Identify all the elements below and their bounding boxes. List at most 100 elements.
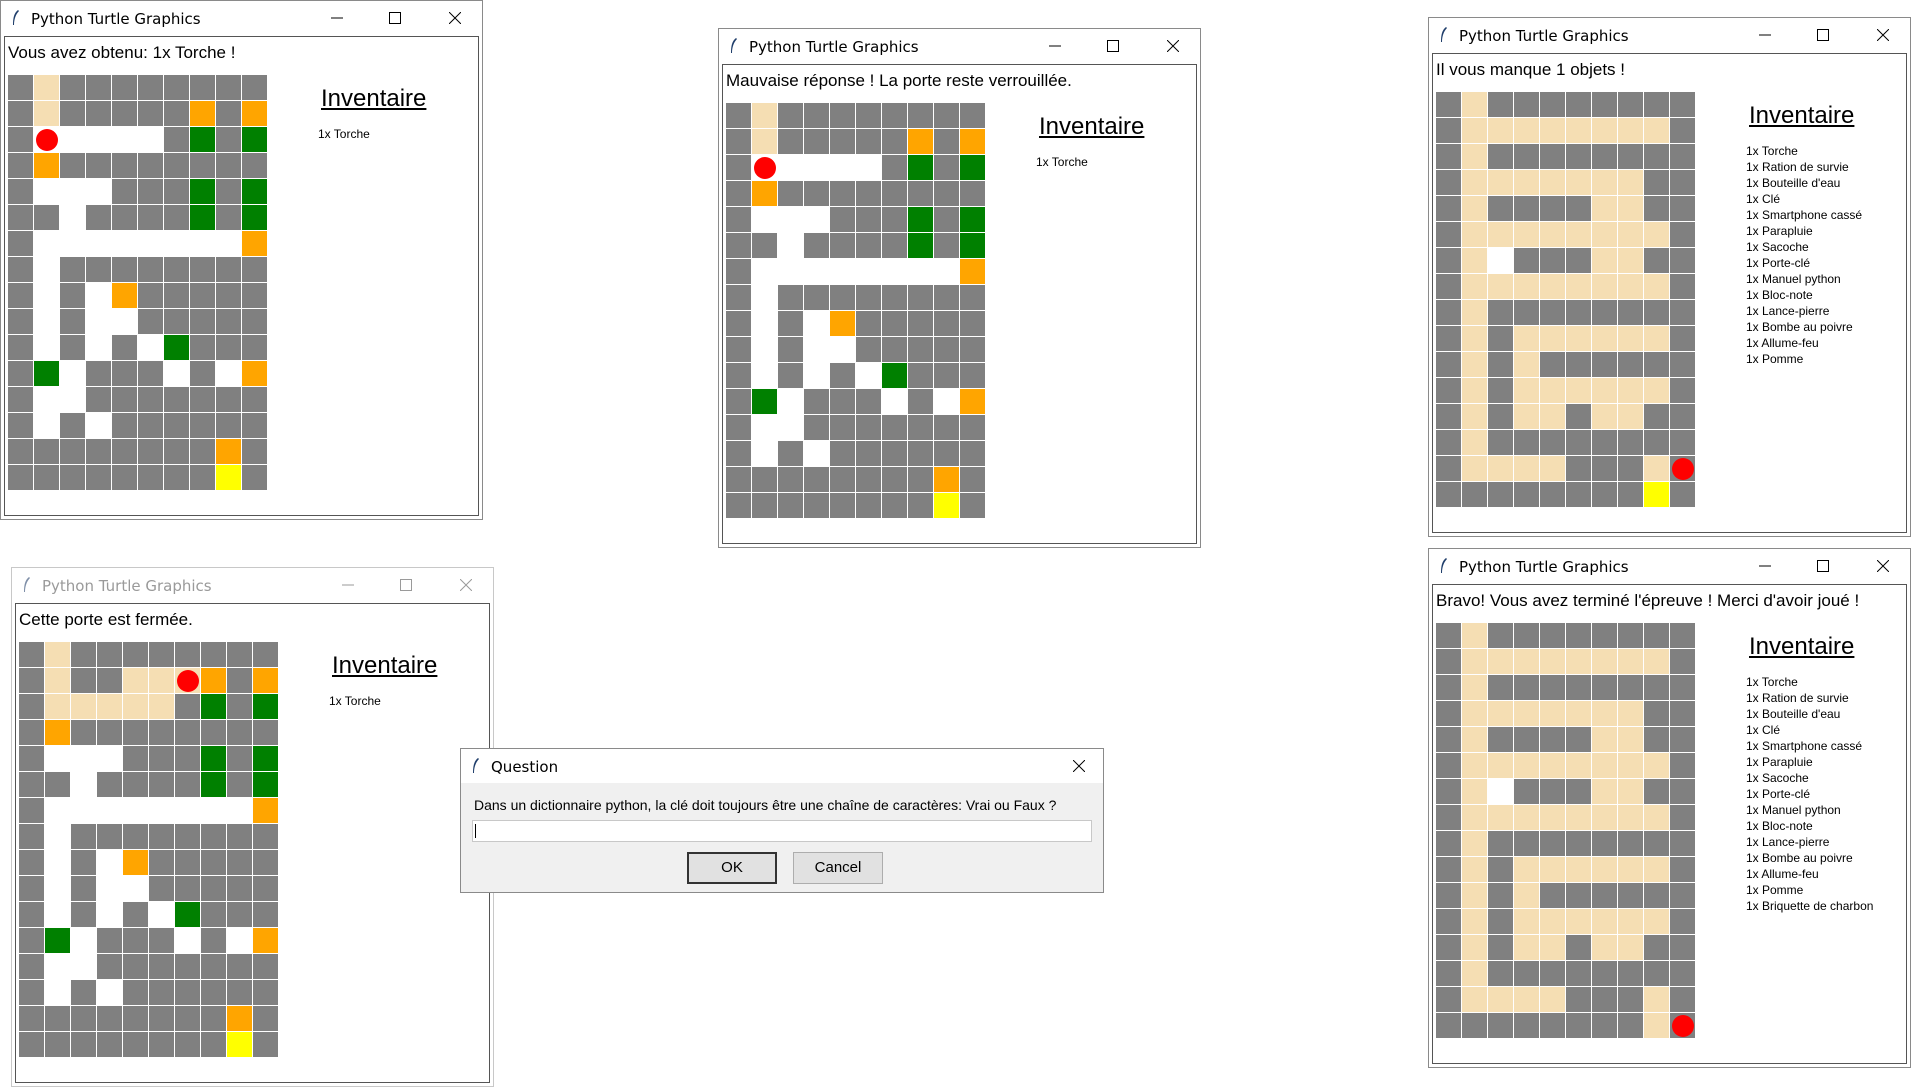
lit-floor-cell <box>1540 935 1565 960</box>
wall-cell <box>8 439 33 464</box>
wall-cell <box>8 413 33 438</box>
wall-cell <box>45 1006 70 1031</box>
wall-cell <box>190 153 215 178</box>
maximize-button[interactable] <box>1093 32 1133 60</box>
dialog-title-bar[interactable]: Question <box>461 749 1103 783</box>
wall-cell <box>19 954 44 979</box>
lit-floor-cell <box>1540 170 1565 195</box>
maximize-button[interactable] <box>386 571 426 599</box>
floor-cell <box>97 798 122 823</box>
floor-cell <box>86 283 111 308</box>
lit-floor-cell <box>1618 779 1643 804</box>
cancel-button[interactable]: Cancel <box>793 852 883 884</box>
maximize-button[interactable] <box>1803 21 1843 49</box>
wall-cell <box>216 257 241 282</box>
exit-cell <box>227 1032 252 1057</box>
title-bar[interactable]: Python Turtle Graphics <box>1429 18 1910 51</box>
title-bar[interactable]: Python Turtle Graphics <box>1429 549 1910 582</box>
turtle-window-1: Python Turtle Graphics Vous avez obtenu:… <box>0 0 483 520</box>
minimize-button[interactable] <box>1745 552 1785 580</box>
wall-cell <box>19 694 44 719</box>
title-bar[interactable]: Python Turtle Graphics <box>12 568 493 601</box>
door-cell <box>960 129 985 154</box>
wall-cell <box>1644 248 1669 273</box>
wall-cell <box>8 387 33 412</box>
lit-floor-cell <box>1592 326 1617 351</box>
floor-cell <box>882 259 907 284</box>
lit-floor-cell <box>1462 779 1487 804</box>
wall-cell <box>1540 831 1565 856</box>
wall-cell <box>253 1032 278 1057</box>
lit-floor-cell <box>1462 935 1487 960</box>
wall-cell <box>908 337 933 362</box>
minimize-button[interactable] <box>1745 21 1785 49</box>
wall-cell <box>778 129 803 154</box>
object-cell <box>882 363 907 388</box>
title-bar[interactable]: Python Turtle Graphics <box>719 29 1200 62</box>
turtle-window-3: Python Turtle Graphics Il vous manque 1 … <box>1428 17 1911 537</box>
wall-cell <box>1540 430 1565 455</box>
floor-cell <box>752 285 777 310</box>
wall-cell <box>960 441 985 466</box>
floor-cell <box>778 259 803 284</box>
wall-cell <box>1488 326 1513 351</box>
wall-cell <box>216 75 241 100</box>
wall-cell <box>960 363 985 388</box>
wall-cell <box>1618 883 1643 908</box>
wall-cell <box>123 954 148 979</box>
inventory-title: Inventaire <box>332 652 438 679</box>
wall-cell <box>1566 675 1591 700</box>
wall-cell <box>190 309 215 334</box>
wall-cell <box>164 179 189 204</box>
close-button[interactable] <box>1863 552 1903 580</box>
player-marker <box>176 669 199 692</box>
wall-cell <box>882 441 907 466</box>
wall-cell <box>112 335 137 360</box>
wall-cell <box>1644 701 1669 726</box>
wall-cell <box>138 75 163 100</box>
floor-cell <box>227 798 252 823</box>
wall-cell <box>1670 92 1695 117</box>
answer-input[interactable] <box>472 820 1092 842</box>
lit-floor-cell <box>1462 352 1487 377</box>
wall-cell <box>1540 779 1565 804</box>
close-button[interactable] <box>1153 32 1193 60</box>
inventory-item: 1x Torche <box>329 694 381 708</box>
lit-floor-cell <box>149 694 174 719</box>
ok-button[interactable]: OK <box>687 852 777 884</box>
door-cell <box>216 439 241 464</box>
wall-cell <box>830 181 855 206</box>
object-cell <box>908 155 933 180</box>
door-cell <box>752 181 777 206</box>
maximize-button[interactable] <box>375 4 415 32</box>
close-button[interactable] <box>1059 752 1099 780</box>
wall-cell <box>856 233 881 258</box>
wall-cell <box>1488 727 1513 752</box>
wall-cell <box>1514 430 1539 455</box>
minimize-button[interactable] <box>328 571 368 599</box>
close-button[interactable] <box>435 4 475 32</box>
wall-cell <box>778 337 803 362</box>
close-button[interactable] <box>1863 21 1903 49</box>
wall-cell <box>804 415 829 440</box>
lit-floor-cell <box>1644 987 1669 1012</box>
wall-cell <box>112 465 137 490</box>
wall-cell <box>1436 222 1461 247</box>
close-button[interactable] <box>446 571 486 599</box>
wall-cell <box>726 363 751 388</box>
wall-cell <box>934 415 959 440</box>
wall-cell <box>1436 274 1461 299</box>
wall-cell <box>138 101 163 126</box>
title-bar[interactable]: Python Turtle Graphics <box>1 1 482 34</box>
maximize-button[interactable] <box>1803 552 1843 580</box>
minimize-button[interactable] <box>317 4 357 32</box>
wall-cell <box>227 720 252 745</box>
wall-cell <box>60 465 85 490</box>
wall-cell <box>1670 300 1695 325</box>
lit-floor-cell <box>1488 701 1513 726</box>
floor-cell <box>45 980 70 1005</box>
lit-floor-cell <box>1540 378 1565 403</box>
minimize-button[interactable] <box>1035 32 1075 60</box>
wall-cell <box>86 361 111 386</box>
inventory-item: 1x Ration de survie <box>1746 691 1849 705</box>
